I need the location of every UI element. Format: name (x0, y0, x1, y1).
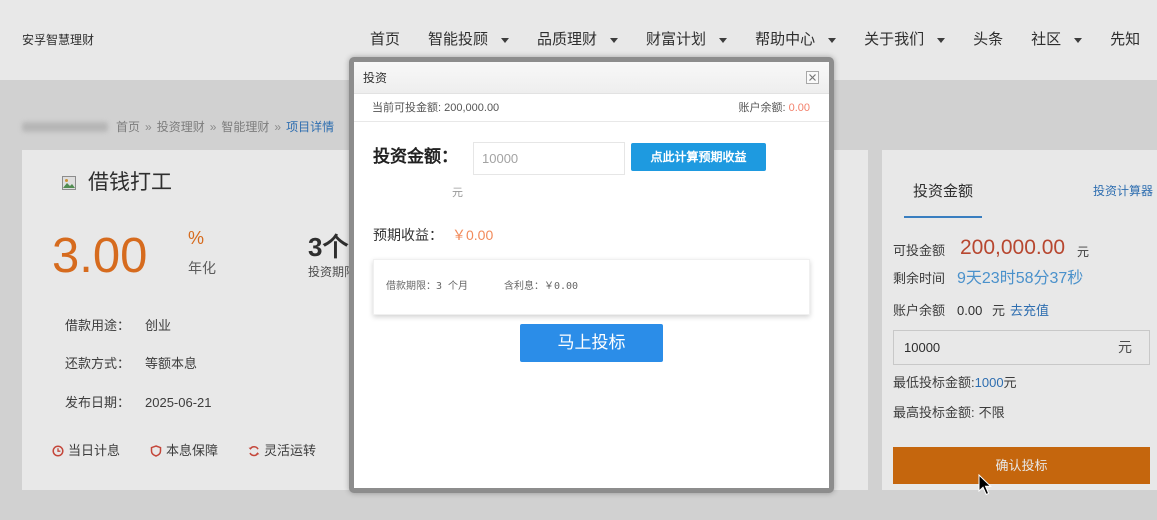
bid-now-button[interactable]: 马上投标 (520, 324, 663, 362)
modal-amount-unit: 元 (452, 187, 463, 199)
interest-included-text: 含利息：￥0.00 (504, 281, 579, 292)
modal-titlebar: 投资 (354, 62, 829, 94)
modal-balance-label: 账户余额: (738, 102, 786, 114)
close-icon[interactable] (806, 71, 819, 84)
modal-balance-value: 0.00 (788, 102, 810, 114)
expected-return-value: ￥0.00 (452, 227, 494, 243)
loan-summary-box: 借款期限：3 个月 含利息：￥0.00 (373, 259, 810, 315)
modal-balance-row: 账户余额: 0.00 (738, 99, 810, 117)
modal-available-value: 200,000.00 (444, 102, 500, 114)
expected-return-label: 预期收益： (373, 227, 443, 243)
modal-amount-label: 投资金额： (373, 147, 458, 166)
modal-amount-input[interactable] (473, 142, 625, 175)
invest-modal: 投资 当前可投金额: 200,000.00 账户余额: 0.00 投资金额： 点… (349, 57, 834, 493)
loan-term-text: 借款期限：3 个月 (386, 281, 469, 292)
modal-available-row: 当前可投金额: 200,000.00 (372, 99, 499, 117)
divider (354, 121, 829, 122)
modal-title: 投资 (363, 71, 388, 85)
modal-available-label: 当前可投金额: (372, 102, 442, 114)
calculate-expected-return-button[interactable]: 点此计算预期收益 (631, 143, 766, 171)
mouse-cursor-icon (978, 474, 992, 496)
